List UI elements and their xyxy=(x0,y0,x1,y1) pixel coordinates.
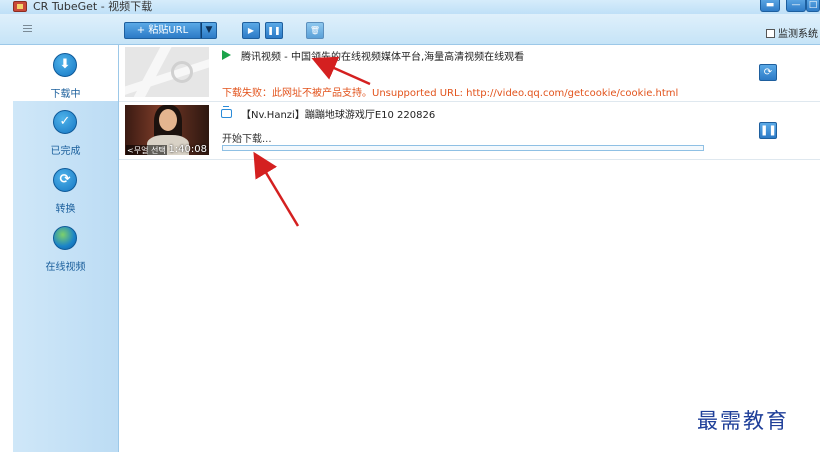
download-status-text: 开始下载... xyxy=(222,134,272,145)
tencent-video-icon xyxy=(222,50,231,60)
bilibili-tv-icon xyxy=(221,106,232,118)
video-thumbnail: <무얼 선택 1:40:08 xyxy=(125,105,209,155)
download-list: 腾讯视频 - 中国领先的在线视频媒体平台,海量高清视频在线观看 下载失败：此网址… xyxy=(119,45,820,452)
title-bar: CR TubeGet - 视频下载 ▬ — □ xyxy=(0,0,820,14)
sidebar-item-label: 下载中 xyxy=(50,89,81,100)
video-duration: 1:40:08 xyxy=(168,144,207,155)
watermark: 最需教育 xyxy=(697,409,789,433)
retry-icon[interactable]: ⟳ xyxy=(759,64,777,81)
monitor-system-checkbox[interactable]: 监测系统 xyxy=(766,25,818,40)
toolbar: + 粘贴URL ▼ ▶ ❚❚ 🗑 监测系统 xyxy=(0,14,820,45)
sidebar-item-completed[interactable]: ✓ 已完成 xyxy=(13,102,118,158)
checkbox-icon[interactable] xyxy=(766,29,775,38)
sidebar-item-online-video[interactable]: 在线视频 xyxy=(13,218,118,274)
sidebar-item-label: 已完成 xyxy=(50,146,81,157)
window-title: CR TubeGet - 视频下载 xyxy=(33,0,153,13)
download-icon: ⬇ xyxy=(53,53,77,77)
pause-icon[interactable]: ❚❚ xyxy=(265,22,283,39)
sidebar-item-downloading[interactable]: ⬇ 下载中 xyxy=(13,45,118,101)
pause-icon[interactable]: ❚❚ xyxy=(759,122,777,139)
list-item[interactable]: <무얼 선택 1:40:08 【Nv.Hanzi】蹦蹦地球游戏厅E10 2208… xyxy=(119,103,820,160)
download-title: 【Nv.Hanzi】蹦蹦地球游戏厅E10 220826 xyxy=(241,110,436,121)
sidebar-item-convert[interactable]: ⟳ 转换 xyxy=(13,160,118,216)
download-title: 腾讯视频 - 中国领先的在线视频媒体平台,海量高清视频在线观看 xyxy=(241,52,525,63)
thumb-caption: <무얼 선택 xyxy=(126,145,167,155)
film-reel-icon xyxy=(171,61,193,83)
video-thumbnail xyxy=(125,47,209,97)
globe-icon xyxy=(53,226,77,250)
chevron-down-icon[interactable]: ▼ xyxy=(201,22,217,39)
convert-icon: ⟳ xyxy=(53,168,77,192)
monitor-label: 监测系统 xyxy=(778,29,818,40)
paste-url-button[interactable]: + 粘贴URL xyxy=(124,22,201,39)
sidebar: ⬇ 下载中 ✓ 已完成 ⟳ 转换 在线视频 xyxy=(13,45,119,452)
minimize-button[interactable]: — xyxy=(786,0,806,12)
app-logo-icon xyxy=(13,1,27,12)
menu-icon[interactable] xyxy=(23,25,32,34)
list-item[interactable]: 腾讯视频 - 中国领先的在线视频媒体平台,海量高清视频在线观看 下载失败：此网址… xyxy=(119,45,820,102)
trash-icon[interactable]: 🗑 xyxy=(306,22,324,39)
sidebar-item-label: 转换 xyxy=(55,204,76,215)
sidebar-item-label: 在线视频 xyxy=(45,262,86,273)
restore-icon[interactable]: □ xyxy=(806,0,820,12)
minimize-icon[interactable]: ▬ xyxy=(760,0,780,12)
play-icon[interactable]: ▶ xyxy=(242,22,260,39)
check-icon: ✓ xyxy=(53,110,77,134)
download-error-text: 下载失败：此网址不被产品支持。Unsupported URL: http://v… xyxy=(222,88,679,99)
download-progress-bar xyxy=(222,145,704,151)
